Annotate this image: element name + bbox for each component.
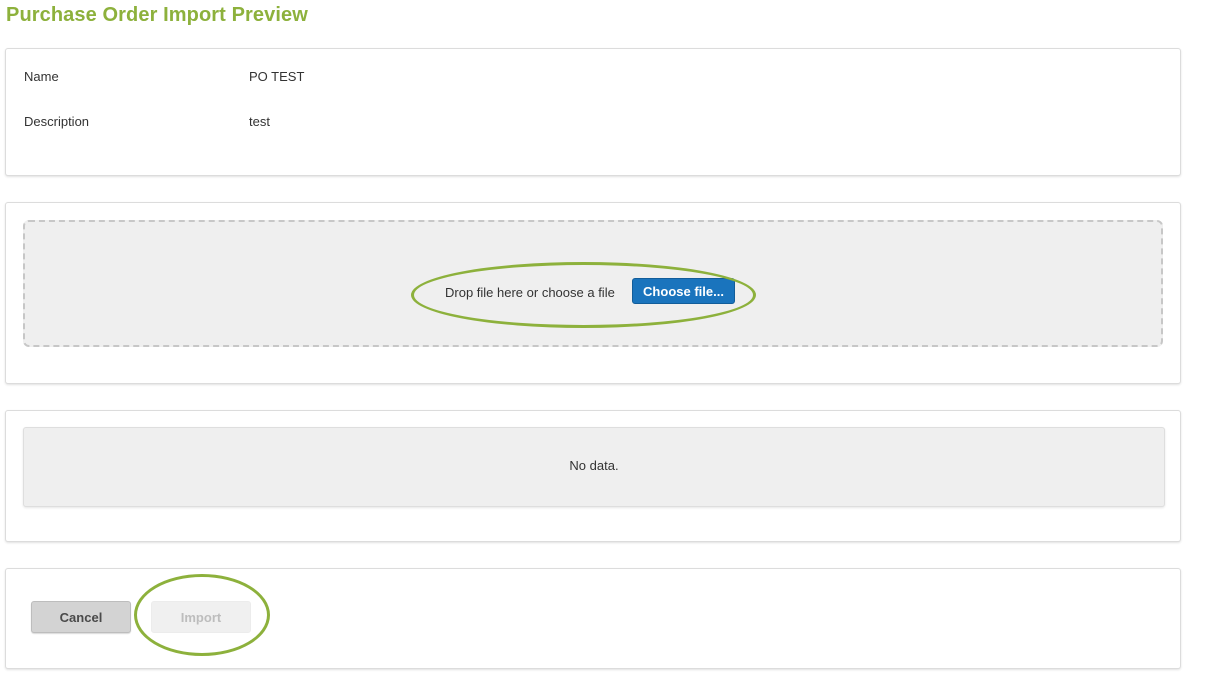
import-button[interactable]: Import xyxy=(151,601,251,633)
choose-file-button[interactable]: Choose file... xyxy=(632,278,735,304)
file-dropzone[interactable]: Drop file here or choose a file Choose f… xyxy=(23,220,1163,347)
description-value: test xyxy=(249,114,270,129)
data-preview-table: No data. xyxy=(23,427,1165,507)
po-info-panel: Name PO TEST Description test xyxy=(5,48,1181,176)
actions-panel: Cancel Import xyxy=(5,568,1181,669)
cancel-button[interactable]: Cancel xyxy=(31,601,131,633)
upload-panel: Drop file here or choose a file Choose f… xyxy=(5,202,1181,384)
dropzone-prompt: Drop file here or choose a file xyxy=(445,285,615,300)
description-label: Description xyxy=(24,114,90,129)
name-label: Name xyxy=(24,69,59,84)
data-preview-panel: No data. xyxy=(5,410,1181,542)
no-data-message: No data. xyxy=(569,458,619,473)
page-title: Purchase Order Import Preview xyxy=(6,4,308,26)
name-value: PO TEST xyxy=(249,69,305,84)
